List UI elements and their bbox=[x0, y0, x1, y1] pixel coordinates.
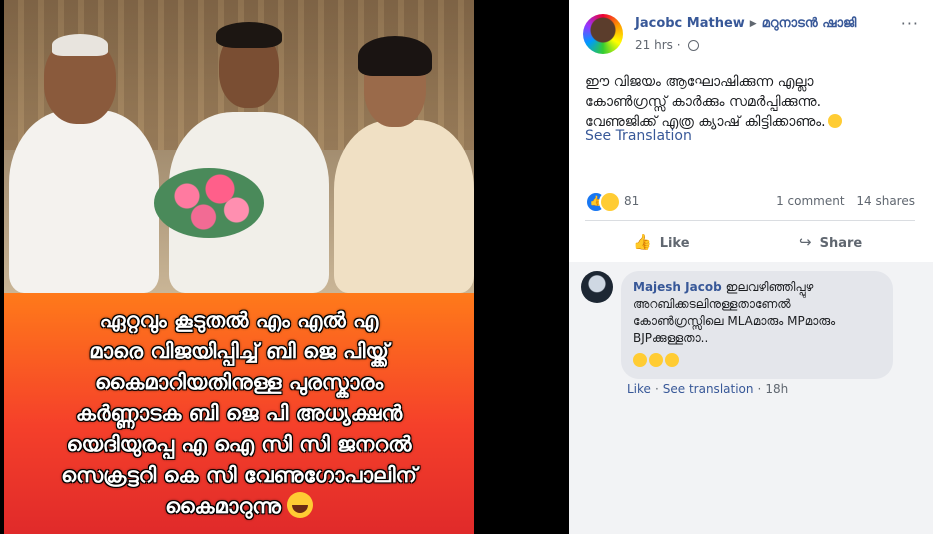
person-right bbox=[334, 120, 474, 293]
post-panel: Jacobc Mathew ▶ മറുനാടൻ ഷാജി 21 hrs · ··· … bbox=[569, 0, 933, 534]
see-translation-link[interactable]: See Translation bbox=[585, 128, 692, 144]
flower-bouquet bbox=[154, 168, 264, 238]
share-count-link[interactable]: 14 shares bbox=[856, 194, 915, 208]
caption-line: മാരെ വിജയിപ്പിച്ച് ബി ജെ പിയ്ക്ക് bbox=[89, 339, 389, 363]
post-timestamp[interactable]: 21 hrs bbox=[635, 38, 673, 52]
person-left-hair bbox=[52, 34, 108, 56]
like-button[interactable]: 👍 Like bbox=[633, 225, 690, 259]
comment-first-line: Majesh Jacob ഇലവഴിഞ്ഞിപ്പുഴ bbox=[633, 279, 881, 296]
person-left bbox=[9, 110, 159, 293]
caption-last-line: കൈമാറുന്നു bbox=[165, 491, 313, 522]
post-text-line: കോൺഗ്രസ്സ് കാർക്കും സമർപ്പിക്കുന്നു. bbox=[585, 94, 822, 110]
grinning-emoji-icon bbox=[633, 353, 647, 367]
share-button[interactable]: ↪ Share bbox=[799, 225, 862, 259]
comment-actions: Like · See translation · 18h bbox=[627, 382, 788, 396]
caption-line: കൈമാറിയതിനുള്ള പുരസ്കാരം bbox=[94, 370, 384, 394]
like-button-label: Like bbox=[659, 236, 690, 251]
author-name-link[interactable]: Jacobc Mathew bbox=[635, 16, 745, 31]
photo-viewer: ഏറ്റവും കൂടുതൽ എം എൽ എ മാരെ വിജയിപ്പിച്ച… bbox=[0, 0, 567, 534]
comment-emojis bbox=[633, 353, 881, 372]
comments-section: Majesh Jacob ഇലവഴിഞ്ഞിപ്പുഴ അറബിക്കടലിനുള… bbox=[569, 262, 933, 534]
person-center-hair bbox=[216, 22, 282, 48]
comment-timestamp[interactable]: 18h bbox=[765, 382, 788, 396]
author-avatar[interactable] bbox=[583, 14, 623, 54]
post-text: ഈ വിജയം ആഘോഷിക്കുന്ന എല്ലാ കോൺഗ്രസ്സ് കാ… bbox=[585, 72, 915, 132]
post-image[interactable]: ഏറ്റവും കൂടുതൽ എം എൽ എ മാരെ വിജയിപ്പിച്ച… bbox=[4, 0, 474, 534]
commenter-avatar[interactable] bbox=[581, 271, 613, 303]
more-options-button[interactable]: ··· bbox=[901, 14, 919, 33]
share-button-label: Share bbox=[819, 236, 863, 251]
caption-line: കൈമാറുന്നു bbox=[165, 494, 281, 518]
rofl-emoji-icon bbox=[665, 353, 679, 367]
post-text-line: ഈ വിജയം ആഘോഷിക്കുന്ന എല്ലാ bbox=[585, 74, 814, 90]
reaction-count[interactable]: 81 bbox=[624, 194, 639, 208]
author-line: Jacobc Mathew ▶ മറുനാടൻ ഷാജി bbox=[635, 16, 856, 31]
laughing-emoji-icon bbox=[286, 492, 313, 518]
caption-line: ഏറ്റവും കൂടുതൽ എം എൽ എ bbox=[99, 308, 379, 332]
comment-text-line: BJPക്കുള്ളതാ.. bbox=[633, 331, 709, 345]
separator-dot: · bbox=[757, 382, 762, 396]
group-name-link[interactable]: മറുനാടൻ ഷാജി bbox=[762, 16, 857, 31]
comment-see-translation-link[interactable]: See translation bbox=[663, 382, 754, 396]
separator-dot: · bbox=[654, 382, 659, 396]
comment-count-link[interactable]: 1 comment bbox=[776, 194, 844, 208]
thumbs-up-icon: 👍 bbox=[633, 233, 652, 251]
comment-text-line: കോൺഗ്രസ്സിലെ MLAമാരും MPമാരും bbox=[633, 314, 836, 328]
caption-line: സെക്രട്ടറി കെ സി വേണുഗോപാലിന് bbox=[61, 463, 417, 487]
share-arrow-icon: ↪ bbox=[799, 233, 812, 251]
stats-right: 1 comment 14 shares bbox=[768, 194, 915, 208]
person-right-hair bbox=[358, 36, 432, 76]
comment-text-line: അറബിക്കടലിനുള്ളതാണേൽ bbox=[633, 297, 791, 311]
commenter-name-link[interactable]: Majesh Jacob bbox=[633, 280, 722, 294]
globe-icon bbox=[688, 40, 700, 51]
post-stats: 👍 81 1 comment 14 shares bbox=[585, 190, 915, 213]
laughing-emoji-icon bbox=[649, 353, 663, 367]
caption-line: യെദിയുരപ്പ എ ഐ സി സി ജനറൽ bbox=[66, 432, 412, 456]
caption-line: കർണ്ണാടക ബി ജെ പി അധ്യക്ഷൻ bbox=[75, 401, 403, 425]
post-header: Jacobc Mathew ▶ മറുനാടൻ ഷാജി 21 hrs · ··· bbox=[583, 10, 923, 54]
triangle-right-icon: ▶ bbox=[749, 19, 757, 29]
rolling-eyes-emoji-icon bbox=[827, 114, 842, 128]
comment-text-line: ഇലവഴിഞ്ഞിപ്പുഴ bbox=[725, 280, 814, 294]
action-bar: 👍 Like ↪ Share bbox=[585, 225, 915, 259]
post-meta: 21 hrs · bbox=[635, 38, 700, 52]
photo-scene bbox=[4, 0, 474, 293]
divider bbox=[585, 220, 915, 221]
image-caption-overlay: ഏറ്റവും കൂടുതൽ എം എൽ എ മാരെ വിജയിപ്പിച്ച… bbox=[4, 293, 474, 534]
comment-bubble: Majesh Jacob ഇലവഴിഞ്ഞിപ്പുഴ അറബിക്കടലിനുള… bbox=[621, 271, 893, 379]
haha-reaction-icon[interactable] bbox=[599, 191, 621, 213]
comment-like-link[interactable]: Like bbox=[627, 382, 651, 396]
